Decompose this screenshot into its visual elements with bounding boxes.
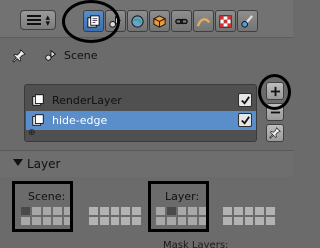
render-layers-list[interactable]: RenderLayer hide-edge ⊕ — [24, 84, 257, 142]
remove-render-layer-button[interactable] — [266, 103, 284, 121]
minus-icon — [270, 111, 280, 113]
panel-title: Layer — [27, 157, 61, 171]
layer-panel-header[interactable]: Layer — [0, 151, 293, 177]
tab-constraints[interactable] — [171, 10, 192, 32]
pin-icon — [269, 127, 281, 139]
pin-icon[interactable] — [12, 49, 26, 63]
scene-layers-label: Scene: — [28, 190, 66, 203]
list-item[interactable]: RenderLayer — [26, 91, 256, 110]
tab-scene[interactable] — [105, 10, 126, 32]
tab-render-layers[interactable] — [83, 10, 104, 32]
render-layer-name: hide-edge — [52, 114, 108, 127]
context-tabs — [83, 10, 258, 32]
tab-object[interactable] — [149, 10, 170, 32]
render-layer-checkbox[interactable] — [238, 93, 252, 107]
constraints-icon — [175, 18, 188, 24]
context-scene-label: Scene — [64, 49, 98, 62]
render-layer-layers-grid-b[interactable] — [222, 206, 276, 226]
mask-layers-label: Mask Layers: — [163, 240, 229, 248]
modifiers-icon — [196, 17, 211, 27]
render-layer-layers-grid-a[interactable] — [155, 206, 209, 226]
scene-icon — [109, 15, 121, 28]
list-item[interactable]: hide-edge — [26, 111, 256, 130]
tab-modifiers[interactable] — [193, 10, 214, 32]
plus-icon — [270, 86, 280, 96]
render-layer-checkbox[interactable] — [238, 113, 252, 127]
collapse-arrow-icon[interactable] — [13, 159, 23, 166]
properties-header: ▴ ▾ — [0, 0, 293, 38]
texture-icon — [219, 14, 232, 28]
render-layers-icon — [87, 14, 100, 28]
list-resize-handle-icon[interactable]: ⊕ — [28, 128, 36, 138]
add-render-layer-button[interactable] — [266, 82, 284, 100]
scene-layers-grid-a[interactable] — [20, 206, 74, 226]
render-layers-icon — [32, 114, 44, 126]
render-layer-options-button[interactable] — [266, 124, 284, 142]
scene-layers-grid-b[interactable] — [88, 206, 142, 226]
object-icon — [153, 14, 166, 28]
properties-editor-icon — [27, 15, 41, 25]
render-layers-icon — [32, 94, 44, 106]
render-layer-name: RenderLayer — [52, 94, 122, 107]
tab-texture[interactable] — [215, 10, 236, 32]
context-path-row: Scene — [0, 40, 293, 70]
checkmark-icon — [240, 95, 250, 105]
tab-world[interactable] — [127, 10, 148, 32]
scene-icon — [45, 49, 57, 61]
editor-type-button[interactable]: ▴ ▾ — [20, 10, 56, 30]
checkmark-icon — [240, 115, 250, 125]
world-icon — [131, 14, 144, 28]
brush-icon — [241, 14, 254, 28]
layer-layers-label: Layer: — [165, 190, 200, 203]
tab-brush[interactable] — [237, 10, 258, 32]
